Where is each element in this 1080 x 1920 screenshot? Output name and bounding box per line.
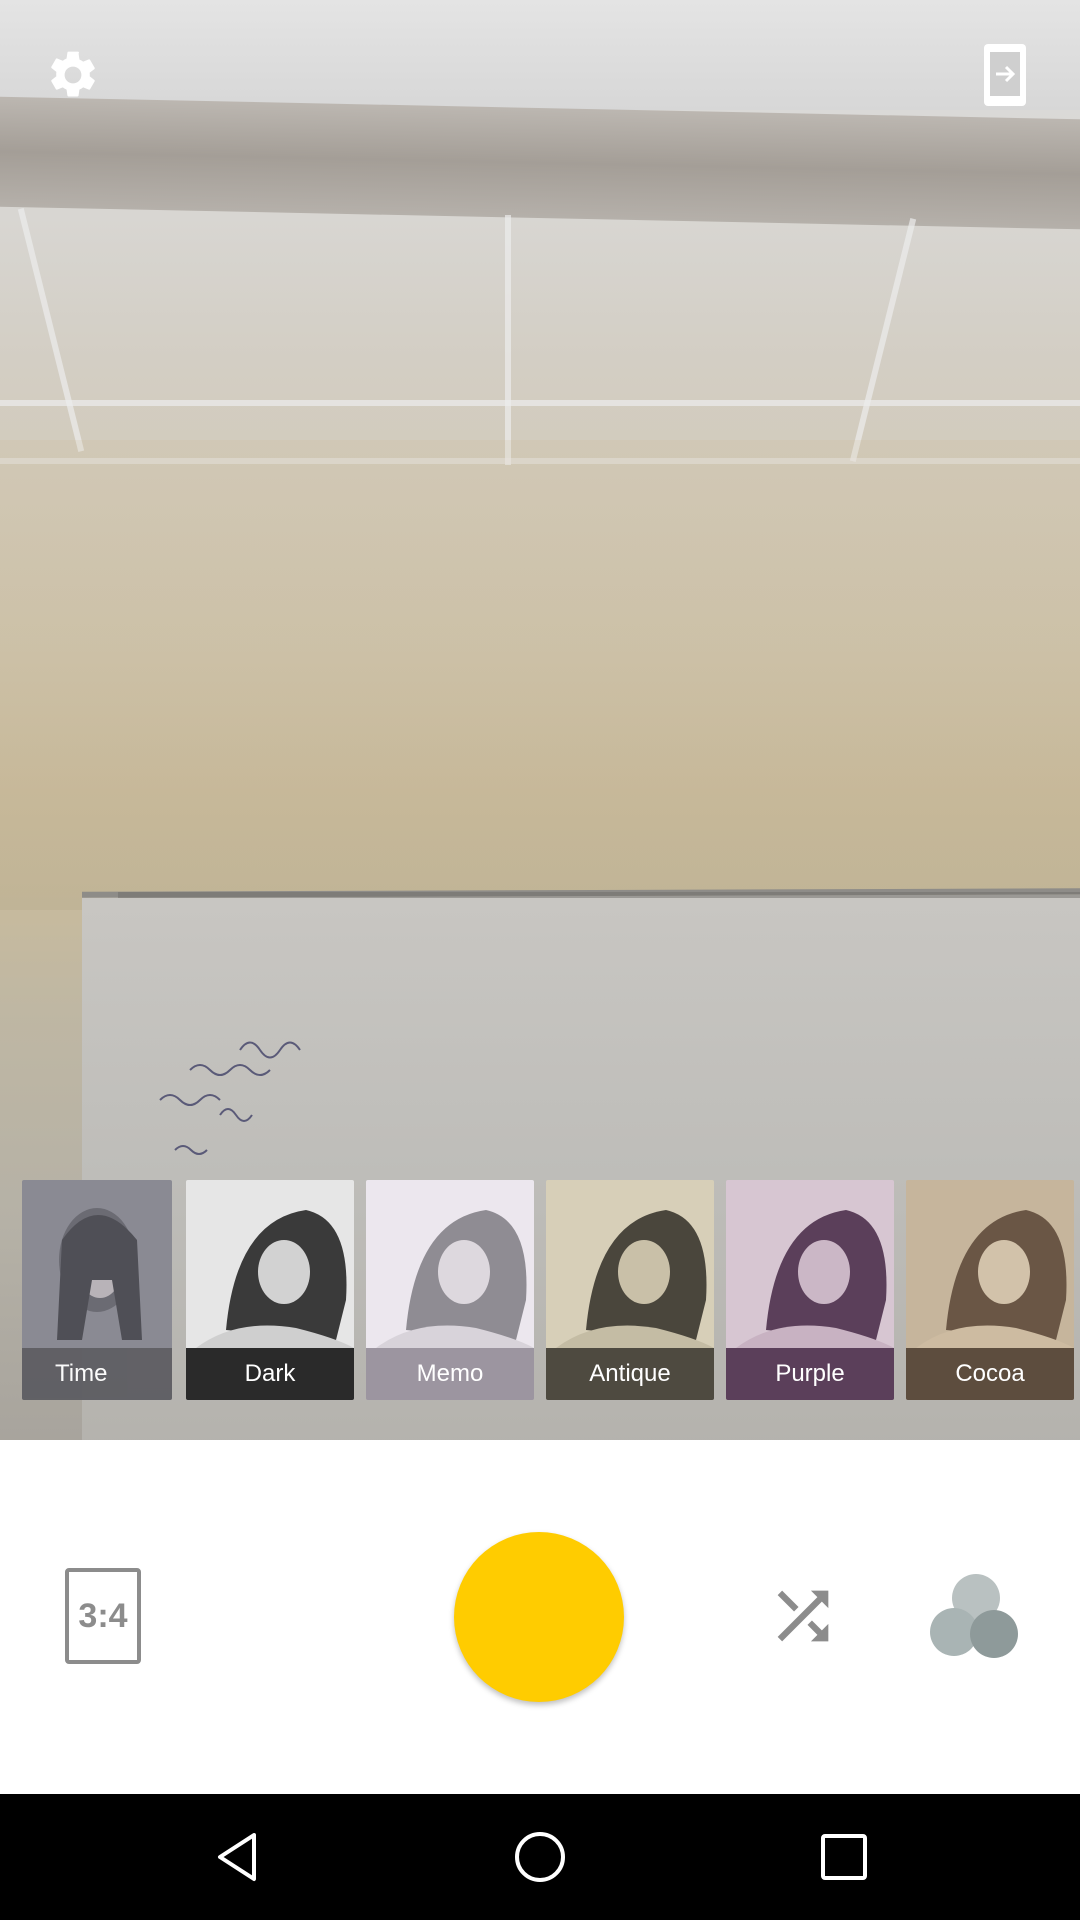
system-nav-bar (0, 1794, 1080, 1920)
ceiling-tile-line (505, 215, 511, 465)
filter-label: Memo (366, 1348, 534, 1400)
recents-square-icon[interactable] (814, 1827, 874, 1887)
ceiling-tile-line (0, 400, 1080, 406)
filter-strip: Time Dark Memo Antique Purple Cocoa (22, 1180, 1080, 1402)
filter-preview-image (906, 1180, 1074, 1348)
filter-label: Purple (726, 1348, 894, 1400)
switch-camera-icon (984, 44, 1026, 106)
overlapping-circles-icon (930, 1574, 1018, 1658)
filter-preview-image (366, 1180, 534, 1348)
filter-cocoa[interactable]: Cocoa (906, 1180, 1074, 1400)
shuffle-button[interactable] (760, 1578, 846, 1654)
shutter-button[interactable] (454, 1532, 624, 1702)
ceiling-tile-line (17, 207, 85, 453)
shuffle-icon (777, 1590, 829, 1642)
camera-controls: 3:4 (0, 1440, 1080, 1794)
filter-preview-image (22, 1180, 172, 1348)
wall (0, 440, 1080, 910)
filter-antique[interactable]: Antique (546, 1180, 714, 1400)
filter-preview-image (546, 1180, 714, 1348)
filter-label: Dark (186, 1348, 354, 1400)
filter-label: Cocoa (906, 1348, 1074, 1400)
aspect-ratio-button[interactable]: 3:4 (65, 1568, 141, 1664)
filter-dark[interactable]: Dark (186, 1180, 354, 1400)
switch-camera-button[interactable] (980, 38, 1030, 110)
filter-label: Antique (546, 1348, 714, 1400)
camera-viewfinder[interactable]: Time Dark Memo Antique Purple Cocoa (0, 0, 1080, 1440)
ceiling-pipe (0, 96, 1080, 230)
ceiling-tile-line (849, 217, 917, 463)
back-triangle-icon[interactable] (208, 1827, 268, 1887)
effects-button[interactable] (928, 1570, 1024, 1660)
whiteboard-rail (118, 892, 1080, 898)
filter-memo[interactable]: Memo (366, 1180, 534, 1400)
filter-time[interactable]: Time (22, 1180, 172, 1400)
filter-purple[interactable]: Purple (726, 1180, 894, 1400)
filter-preview-image (726, 1180, 894, 1348)
filter-label: Time (22, 1348, 172, 1400)
board-scribble (159, 1041, 301, 1155)
ceiling-band (0, 0, 1080, 110)
home-circle-icon[interactable] (510, 1827, 570, 1887)
filter-preview-image (186, 1180, 354, 1348)
settings-button[interactable] (40, 42, 106, 108)
gear-icon (51, 51, 95, 97)
